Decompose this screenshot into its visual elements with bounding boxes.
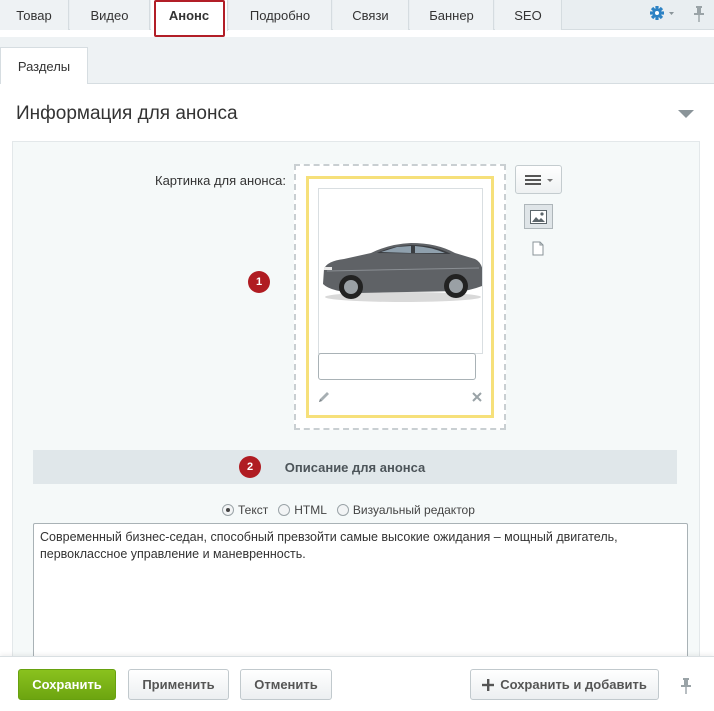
tab-video[interactable]: Видео xyxy=(70,0,150,30)
plus-icon xyxy=(482,678,495,691)
gear-icon xyxy=(650,6,674,20)
tab-label: SEO xyxy=(514,7,542,23)
tab-label: Видео xyxy=(90,7,129,23)
tab-links[interactable]: Связи xyxy=(333,0,409,30)
subtab-label: Разделы xyxy=(17,58,71,74)
section-title: Информация для анонса xyxy=(16,103,238,124)
editor-mode-selector: Текст HTML Визуальный редактор xyxy=(222,502,485,518)
mode-html-option[interactable]: HTML xyxy=(278,503,327,517)
file-menu-button[interactable] xyxy=(515,165,562,194)
tab-bar: Товар Видео Анонс Подробно Связи Баннер … xyxy=(0,0,714,31)
radio-icon[interactable] xyxy=(336,504,349,516)
tab-label: Анонс xyxy=(168,8,210,23)
footer-pin-button[interactable] xyxy=(678,677,694,695)
save-button[interactable]: Сохранить xyxy=(18,669,116,700)
radio-checked-icon[interactable] xyxy=(222,504,234,516)
save-and-add-button[interactable]: Сохранить и добавить xyxy=(470,669,659,700)
radio-icon[interactable] xyxy=(278,504,291,516)
description-textarea[interactable]: Современный бизнес-седан, способный прев… xyxy=(33,523,688,663)
tab-label: Подробно xyxy=(249,7,311,23)
pin-button[interactable] xyxy=(690,4,708,24)
pin-icon xyxy=(694,6,704,22)
description-header: Описание для анонса xyxy=(33,450,677,484)
remove-image-button[interactable] xyxy=(469,389,485,405)
settings-dropdown[interactable] xyxy=(646,4,678,22)
car-image xyxy=(323,243,482,302)
menu-icon xyxy=(524,174,553,185)
tab-announce[interactable]: Анонс xyxy=(151,0,228,31)
apply-button[interactable]: Применить xyxy=(128,669,229,700)
image-thumbnail[interactable] xyxy=(318,188,483,354)
pencil-icon xyxy=(319,392,329,402)
mode-visual-label: Визуальный редактор xyxy=(352,503,475,517)
tab-label: Баннер xyxy=(429,7,474,23)
description-header-text: Описание для анонса xyxy=(284,459,426,475)
cancel-button[interactable]: Отменить xyxy=(240,669,332,700)
picture-label: Картинка для анонса: xyxy=(155,173,286,188)
tab-product[interactable]: Товар xyxy=(0,0,69,30)
image-mode-button[interactable] xyxy=(524,204,553,229)
image-description-input[interactable] xyxy=(318,353,476,380)
step-badge-1: 1 xyxy=(248,271,270,293)
edit-image-button[interactable] xyxy=(316,389,332,405)
subtab-bar: Разделы xyxy=(0,37,714,84)
save-and-add-label: Сохранить и добавить xyxy=(500,677,647,692)
mode-visual-option[interactable]: Визуальный редактор xyxy=(336,503,475,517)
tab-label: Товар xyxy=(16,7,52,23)
pin-icon xyxy=(681,678,691,694)
image-icon xyxy=(530,209,547,224)
step-badge-2: 2 xyxy=(239,456,261,478)
collapse-arrow-icon[interactable] xyxy=(678,110,694,118)
mode-html-label: HTML xyxy=(294,503,327,517)
subtab-sections[interactable]: Разделы xyxy=(0,47,88,84)
mode-text-label: Текст xyxy=(238,503,269,517)
file-icon xyxy=(532,241,544,255)
tab-seo[interactable]: SEO xyxy=(495,0,562,30)
tab-details[interactable]: Подробно xyxy=(229,0,332,30)
mode-text-option[interactable]: Текст xyxy=(222,503,268,517)
tab-label: Связи xyxy=(352,7,389,23)
file-mode-button[interactable] xyxy=(530,239,546,257)
close-icon xyxy=(472,392,482,402)
tab-banner[interactable]: Баннер xyxy=(410,0,494,30)
